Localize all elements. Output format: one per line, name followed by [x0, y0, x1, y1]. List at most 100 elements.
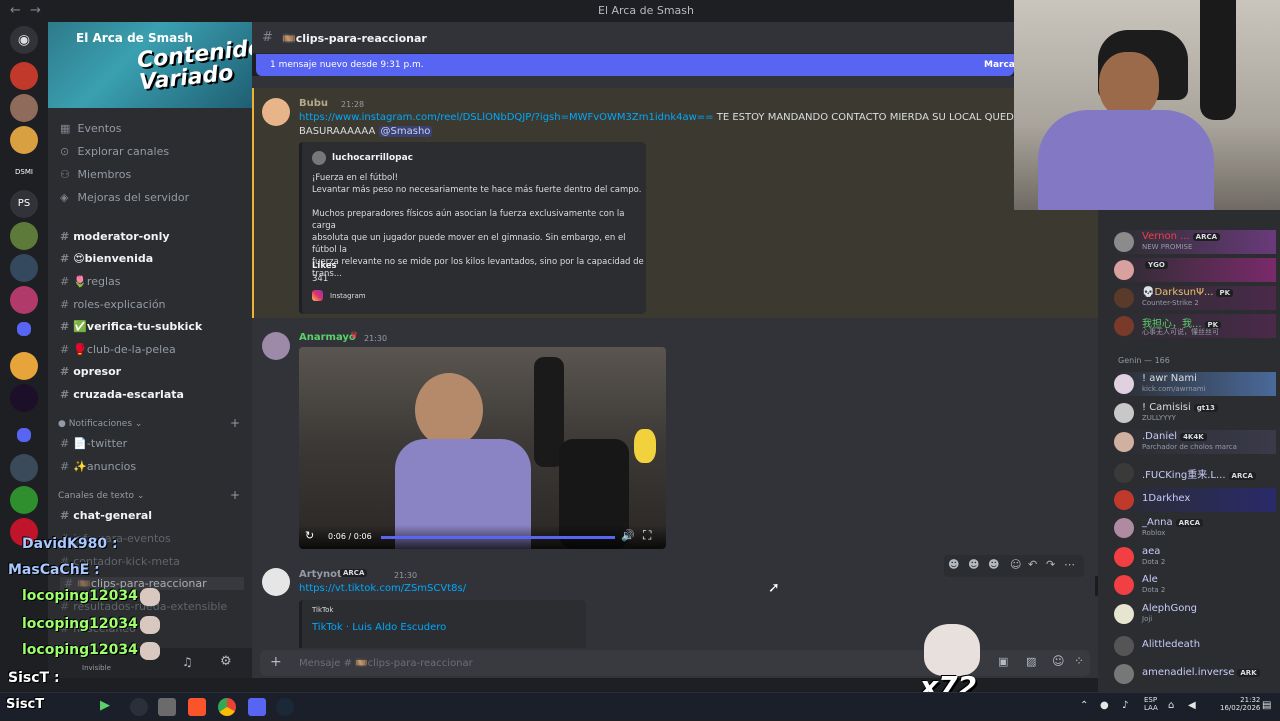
member-item[interactable]: amenadiel.inverse ARK — [1114, 662, 1276, 686]
member-item[interactable]: AlephGong Joji — [1114, 602, 1276, 626]
forward-arrow-icon[interactable]: → — [30, 3, 41, 18]
member-item[interactable]: YGO — [1114, 258, 1276, 282]
channel-item[interactable]: # 😍bienvenida — [60, 252, 153, 265]
video-progress-track[interactable] — [381, 536, 615, 539]
steam-icon[interactable] — [276, 698, 294, 716]
server-icon[interactable] — [10, 62, 38, 90]
reaction-icon[interactable]: ☻ — [968, 558, 979, 571]
member-item[interactable]: .FUCKing重来.L... ARCA — [1114, 461, 1276, 485]
emoji-icon[interactable]: ☺ — [1052, 654, 1065, 668]
member-activity: Counter-Strike 2 — [1142, 299, 1199, 307]
app-icon[interactable] — [130, 698, 148, 716]
channel-item[interactable]: # 🥊club-de-la-pelea — [60, 343, 176, 356]
server-icon[interactable] — [10, 254, 38, 282]
member-item[interactable]: 1Darkhex — [1114, 488, 1276, 512]
more-options-icon[interactable]: ⋯ — [1064, 558, 1075, 571]
channel-item[interactable]: # 📄-twitter — [60, 437, 127, 450]
play-icon[interactable]: ▶ — [100, 698, 118, 716]
server-icon[interactable] — [10, 94, 38, 122]
user-mention[interactable]: @Smasho — [378, 126, 433, 137]
server-icon[interactable] — [10, 454, 38, 482]
chevron-up-icon[interactable]: ⌃ — [1080, 700, 1088, 711]
add-channel-icon[interactable]: + — [230, 416, 240, 430]
message-author[interactable]: Bubu — [299, 98, 328, 109]
sticker-icon[interactable]: ▨ — [1026, 655, 1036, 668]
embed-title-link[interactable]: TikTok · Luis Aldo Escudero — [312, 622, 446, 633]
channel-item[interactable]: # roles-explicación — [60, 298, 166, 311]
language-indicator[interactable]: ESP LAA — [1144, 696, 1158, 712]
reaction-icon[interactable]: ☻ — [988, 558, 999, 571]
cat-emote-icon — [140, 642, 160, 660]
server-icon[interactable] — [10, 126, 38, 154]
channel-item[interactable]: # ✅verifica-tu-subkick — [60, 320, 202, 333]
volume-icon[interactable]: 🔊 — [621, 529, 635, 542]
menu-server-boost[interactable]: ◈ Mejoras del servidor — [60, 191, 189, 204]
back-arrow-icon[interactable]: ← — [10, 3, 21, 18]
member-item[interactable]: aea Dota 2 — [1114, 545, 1276, 569]
member-item[interactable]: ! awr Nami kick.com/awrnami — [1114, 372, 1276, 396]
fullscreen-icon[interactable]: ⛶ — [643, 528, 651, 543]
menu-browse-channels[interactable]: ⊙ Explorar canales — [60, 145, 169, 158]
message-author[interactable]: Artynot — [299, 569, 342, 580]
tray-app-icon[interactable]: ● — [1100, 700, 1109, 711]
message-author[interactable]: Anarmayo — [299, 332, 356, 343]
message-link[interactable]: https://www.instagram.com/reel/DSLlONbDQ… — [299, 112, 714, 123]
member-item[interactable]: ! Camisisi gt13 ZULLYYYY — [1114, 401, 1276, 425]
channel-item[interactable]: # opresor — [60, 365, 121, 378]
member-item[interactable]: Ale Dota 2 — [1114, 573, 1276, 597]
server-icon[interactable] — [10, 384, 38, 412]
network-icon[interactable]: ⌂ — [1168, 700, 1174, 711]
new-messages-banner[interactable]: 1 mensaje nuevo desde 9:31 p.m. Marcar — [256, 54, 1019, 76]
folder-icon[interactable] — [17, 428, 31, 442]
app-icon[interactable] — [158, 698, 176, 716]
clock[interactable]: 21:32 16/02/2026 — [1220, 696, 1260, 712]
user-tag: ARCA — [340, 569, 368, 577]
chrome-icon[interactable] — [218, 698, 236, 716]
message-link[interactable]: https://vt.tiktok.com/ZSmSCVt8s/ — [299, 583, 466, 594]
add-reaction-icon[interactable]: ☺ — [1010, 558, 1021, 571]
category-notifications[interactable]: ● Notificaciones ⌄ — [58, 419, 142, 429]
server-name[interactable]: El Arca de Smash — [76, 31, 193, 45]
channel-item[interactable]: # chat-general — [60, 509, 152, 522]
stream-chat-overlay: DavidK980 : MasCaChE : locoping12034 : l… — [0, 536, 280, 692]
channel-item[interactable]: # ✨anuncios — [60, 460, 136, 473]
discord-icon[interactable] — [248, 698, 266, 716]
forward-icon[interactable]: ↷ — [1046, 558, 1055, 571]
folder-icon[interactable] — [17, 322, 31, 336]
reaction-icon[interactable]: ☻ — [948, 558, 959, 571]
server-icon[interactable]: DSMI — [10, 158, 38, 186]
member-item[interactable]: 💀DarksunΨ... PK Counter-Strike 2 — [1114, 286, 1276, 310]
gift-icon[interactable]: ▣ — [998, 655, 1008, 668]
channel-item[interactable]: # moderator-only — [60, 230, 170, 243]
channel-item[interactable]: # cruzada-escarlata — [60, 388, 184, 401]
avatar[interactable] — [262, 98, 290, 126]
menu-members[interactable]: ⚇ Miembros — [60, 168, 131, 181]
server-banner[interactable]: El Arca de Smash Contenido Variado — [48, 22, 252, 108]
add-channel-icon[interactable]: + — [230, 488, 240, 502]
server-icon[interactable] — [10, 286, 38, 314]
server-icon[interactable]: PS — [10, 190, 38, 218]
category-text-channels[interactable]: Canales de texto ⌄ — [58, 491, 144, 501]
replay-icon[interactable]: ↻ — [305, 529, 314, 542]
member-item[interactable]: .Daniel 4K4K Parchador de cholos marca — [1114, 430, 1276, 454]
member-item[interactable]: Vernon ... ARCA NEW PROMISE — [1114, 230, 1276, 254]
server-icon[interactable] — [10, 486, 38, 514]
server-icon[interactable] — [10, 352, 38, 380]
discord-home-icon[interactable]: ◉ — [10, 26, 38, 54]
apps-icon[interactable]: ⁘ — [1074, 654, 1084, 668]
reply-icon[interactable]: ↶ — [1028, 558, 1037, 571]
volume-icon[interactable]: ◀ — [1188, 700, 1196, 711]
notifications-icon[interactable]: ▤ — [1262, 700, 1271, 711]
brave-browser-icon[interactable] — [188, 698, 206, 716]
member-item[interactable]: 我担心，我... PK 心事无人可说，懂丝丝可 — [1114, 314, 1276, 338]
member-item[interactable]: Alittledeath — [1114, 634, 1276, 658]
overlay-chat-user: SiscT : — [8, 670, 60, 686]
member-item[interactable]: _Anna ARCA Roblox — [1114, 516, 1276, 540]
video-player[interactable]: ↻ 0:06 / 0:06 🔊 ⛶ — [299, 347, 666, 549]
menu-events[interactable]: ▦ Eventos — [60, 122, 121, 135]
server-icon[interactable] — [10, 222, 38, 250]
microphone-icon[interactable]: ♪ — [1122, 700, 1128, 711]
channel-item[interactable]: # 🌷reglas — [60, 275, 120, 288]
embed-author[interactable]: luchocarrillopac — [332, 153, 413, 163]
avatar[interactable] — [262, 332, 290, 360]
